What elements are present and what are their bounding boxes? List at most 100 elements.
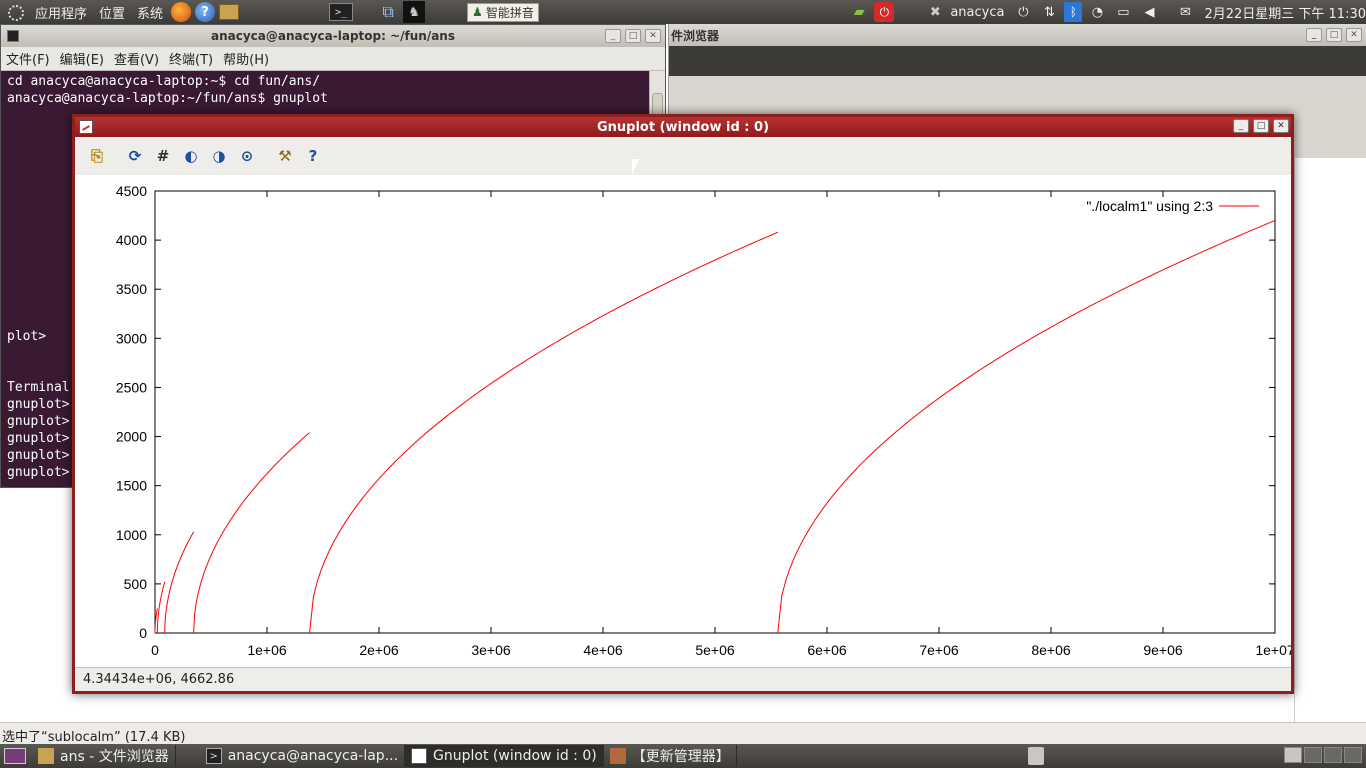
help-icon[interactable]: ? xyxy=(195,2,216,22)
top-panel: 应用程序 位置 系统 ? >_ ⧉ ♞ ♟ 智能拼音 ▰ ⏻ ✖ anacyca… xyxy=(0,0,1366,24)
zoom-previous-icon[interactable]: ◐ xyxy=(179,144,203,168)
y-tick-label: 3500 xyxy=(116,281,147,297)
minimize-button[interactable]: _ xyxy=(1233,119,1249,133)
close-button[interactable]: ✕ xyxy=(1273,119,1289,133)
app-launcher-icon[interactable]: ♞ xyxy=(403,1,426,23)
grid-icon[interactable]: # xyxy=(151,144,175,168)
display-icon[interactable]: ▭ xyxy=(1112,2,1134,22)
task-gnuplot[interactable]: Gnuplot (window id : 0) xyxy=(405,745,604,767)
terminal-icon: > xyxy=(205,748,222,764)
system-tray: ▰ ⏻ ✖ anacyca ⏻ ⇅ ᛒ ◔ ▭ ◀ ✉ 2月22日星期三 下午 … xyxy=(846,0,1366,24)
terminal-line: cd anacyca@anacyca-laptop:~$ cd fun/ans/ xyxy=(7,74,321,89)
network-icon[interactable]: ⇅ xyxy=(1038,2,1060,22)
file-browser-title: 件浏览器 xyxy=(671,28,720,43)
x-tick-label: 6e+06 xyxy=(807,642,847,658)
power-icon[interactable]: ⏻ xyxy=(1012,2,1034,22)
clock[interactable]: 2月22日星期三 下午 11:30 xyxy=(1198,3,1366,22)
volume-icon[interactable]: ◀ xyxy=(1138,2,1160,22)
terminal-titlebar[interactable]: anacyca@anacyca-laptop: ~/fun/ans _ □ ✕ xyxy=(1,25,665,47)
task-terminal[interactable]: > anacyca@anacyca-lap... xyxy=(200,745,406,767)
gnuplot-toolbar: ⎘ ⟳ # ◐ ◑ ⊙ ⚒ ? xyxy=(75,137,1291,175)
minimize-button[interactable]: _ xyxy=(605,29,621,43)
workspace-2[interactable] xyxy=(1304,747,1322,763)
help-icon[interactable]: ? xyxy=(301,144,325,168)
menu-help[interactable]: 帮助(H) xyxy=(218,49,274,68)
x-tick-label: 9e+06 xyxy=(1143,642,1183,658)
trash-icon[interactable] xyxy=(1028,747,1044,765)
workspace-3[interactable] xyxy=(1324,747,1342,763)
bluetooth-icon[interactable]: ᛒ xyxy=(1064,2,1083,22)
input-method-label: 智能拼音 xyxy=(485,5,534,20)
gnuplot-window[interactable]: Gnuplot (window id : 0) _ □ ✕ ⎘ ⟳ # ◐ ◑ … xyxy=(72,114,1294,694)
bottom-taskbar: ans - 文件浏览器 > anacyca@anacyca-lap... Gnu… xyxy=(0,744,1366,768)
minimize-button[interactable]: _ xyxy=(1306,28,1322,42)
y-tick-label: 3000 xyxy=(116,330,147,346)
menu-places[interactable]: 位置 xyxy=(93,3,131,22)
show-desktop-icon[interactable] xyxy=(4,748,26,764)
folder-icon xyxy=(38,748,54,764)
close-button[interactable]: ✕ xyxy=(645,29,661,43)
x-tick-label: 4e+06 xyxy=(583,642,623,658)
legend-label: "./localm1" using 2:3 xyxy=(1086,198,1213,214)
folder-icon[interactable] xyxy=(219,4,240,20)
workspace-4[interactable] xyxy=(1344,747,1362,763)
workspace-switcher[interactable] xyxy=(1282,747,1362,763)
update-manager-icon xyxy=(609,748,626,764)
menu-edit[interactable]: 编辑(E) xyxy=(55,49,109,68)
y-tick-label: 1500 xyxy=(116,478,147,494)
plot-border xyxy=(154,190,1276,634)
x-tick-label: 0 xyxy=(151,642,159,658)
autoscale-icon[interactable]: ⊙ xyxy=(235,144,259,168)
x-tick-label: 5e+06 xyxy=(695,642,735,658)
book-icon[interactable]: ▰ xyxy=(848,2,870,22)
plot-canvas[interactable]: 0 500 1000 1500 2000 2500 3000 3500 4000 4500 0 1e+… xyxy=(75,175,1291,667)
maximize-button[interactable]: □ xyxy=(1326,28,1342,42)
zoom-next-icon[interactable]: ◑ xyxy=(207,144,231,168)
export-icon[interactable]: ⎘ xyxy=(85,144,109,168)
terminal-launcher-icon[interactable]: >_ xyxy=(329,3,354,21)
task-file-browser[interactable]: ans - 文件浏览器 xyxy=(32,745,176,767)
menu-file[interactable]: 文件(F) xyxy=(1,49,55,68)
y-tick-label: 0 xyxy=(139,625,147,641)
y-tick-label: 1000 xyxy=(116,527,147,543)
x-tick-label: 7e+06 xyxy=(919,642,959,658)
gnuplot-icon xyxy=(411,748,428,764)
workspace-1[interactable] xyxy=(1284,747,1302,763)
plot-area[interactable]: 0 500 1000 1500 2000 2500 3000 3500 4000 4500 0 1e+… xyxy=(75,175,1291,667)
menu-terminal[interactable]: 终端(T) xyxy=(164,49,218,68)
terminal-menubar: 文件(F) 编辑(E) 查看(V) 终端(T) 帮助(H) xyxy=(1,47,665,71)
terminal-line: anacyca@anacyca-laptop:~/fun/ans$ gnuplo… xyxy=(7,91,328,106)
input-method-indicator[interactable]: ♟ 智能拼音 xyxy=(467,2,539,22)
file-browser-statusbar: 选中了“sublocalm” (17.4 KB) xyxy=(0,722,1366,745)
task-label: anacyca@anacyca-lap... xyxy=(227,748,399,764)
ubuntu-logo-icon[interactable] xyxy=(4,2,26,22)
task-update-manager[interactable]: 【更新管理器】 xyxy=(604,745,737,767)
maximize-button[interactable]: □ xyxy=(1253,119,1269,133)
y-tick-label: 2500 xyxy=(116,379,147,395)
penguin-icon: ♟ xyxy=(472,5,483,19)
network-app-icon[interactable]: ⧉ xyxy=(377,2,399,22)
maximize-button[interactable]: □ xyxy=(625,29,641,43)
menu-view[interactable]: 查看(V) xyxy=(109,49,164,68)
file-list-area[interactable] xyxy=(1294,158,1366,722)
user-status-icon[interactable]: ✖ xyxy=(924,2,946,22)
replot-icon[interactable]: ⟳ xyxy=(123,144,147,168)
shutdown-icon[interactable]: ⏻ xyxy=(874,2,895,22)
user-name[interactable]: anacyca xyxy=(948,5,1010,20)
close-button[interactable]: ✕ xyxy=(1346,28,1362,42)
menu-applications[interactable]: 应用程序 xyxy=(29,3,93,22)
wifi-icon[interactable]: ◔ xyxy=(1086,2,1108,22)
mail-icon[interactable]: ✉ xyxy=(1174,2,1196,22)
terminal-title: anacyca@anacyca-laptop: ~/fun/ans xyxy=(210,29,455,43)
menu-system[interactable]: 系统 xyxy=(131,3,169,22)
settings-wrench-icon[interactable]: ⚒ xyxy=(273,144,297,168)
firefox-icon[interactable] xyxy=(171,2,192,22)
y-tick-label: 2000 xyxy=(116,429,147,445)
file-browser-titlebar[interactable]: 件浏览器 _ □ ✕ xyxy=(669,24,1366,46)
gnuplot-titlebar[interactable]: Gnuplot (window id : 0) _ □ ✕ xyxy=(75,117,1291,137)
gnuplot-coordinate-readout: 4.34434e+06, 4662.86 xyxy=(75,667,1291,691)
x-tick-label: 2e+06 xyxy=(359,642,399,658)
x-tick-label: 1e+07 xyxy=(1255,642,1291,658)
series-line xyxy=(154,220,1276,634)
gnuplot-title: Gnuplot (window id : 0) xyxy=(596,119,770,135)
